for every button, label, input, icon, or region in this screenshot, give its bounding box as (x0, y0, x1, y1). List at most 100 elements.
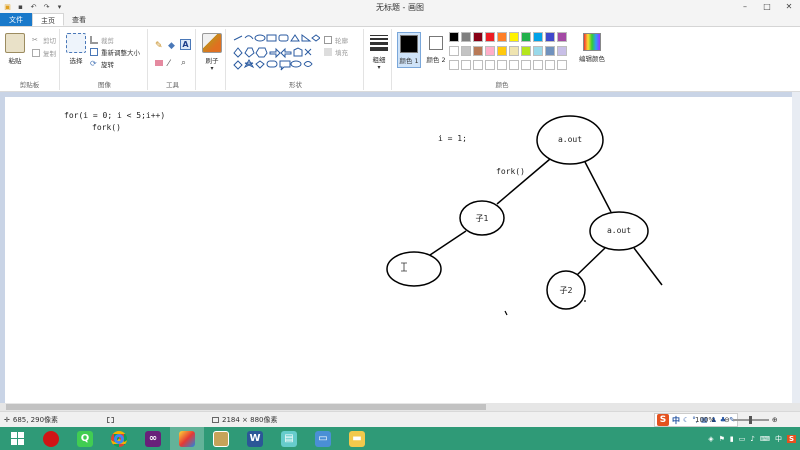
zoom-out-icon[interactable]: ⊖ (724, 416, 730, 424)
file-explorer-icon[interactable]: ▬ (340, 427, 374, 450)
moon-icon[interactable]: ☾ (683, 416, 689, 424)
magnifier-icon[interactable]: ⌕ (181, 58, 189, 68)
horizontal-scrollbar[interactable] (0, 403, 800, 411)
text-cursor-icon (401, 262, 407, 272)
color-swatch[interactable] (497, 46, 507, 56)
brushes-group: 刷子 ▾ (198, 29, 226, 90)
photo-viewer-icon[interactable] (204, 427, 238, 450)
color-swatch[interactable] (557, 60, 567, 70)
shapes-gallery[interactable] (232, 33, 320, 71)
sogou-icon[interactable]: S (657, 414, 669, 426)
minimize-icon[interactable]: – (734, 0, 756, 13)
color1-button[interactable]: 颜色 1 (397, 32, 421, 68)
color-swatch[interactable] (521, 60, 531, 70)
tray-shield-icon[interactable]: ◈ (708, 435, 713, 443)
screen-tool-icon[interactable]: ▭ (306, 427, 340, 450)
color-swatch[interactable] (473, 32, 483, 42)
edge-right-open (633, 247, 663, 286)
ime-mode[interactable]: 中 (672, 415, 680, 426)
tray-sogou-icon[interactable]: S (786, 434, 796, 443)
rotate-button[interactable]: ⟳ 旋转 (90, 59, 114, 70)
maximize-icon[interactable]: □ (756, 0, 778, 13)
color-swatch[interactable] (473, 46, 483, 56)
fill-button[interactable]: 填充 (324, 47, 348, 57)
tray-volume-icon[interactable]: ♪ (750, 435, 754, 443)
color-swatch[interactable] (509, 60, 519, 70)
color-palette (449, 32, 573, 74)
color-swatch[interactable] (533, 46, 543, 56)
color-swatch[interactable] (449, 60, 459, 70)
color-swatch[interactable] (461, 46, 471, 56)
cut-button[interactable]: ✂ 剪切 (32, 35, 56, 45)
color-swatch[interactable] (449, 46, 459, 56)
color-swatch[interactable] (497, 60, 507, 70)
record-app-icon[interactable] (34, 427, 68, 450)
screen-glyph: ▭ (315, 430, 331, 447)
tray-flag-icon[interactable]: ⚑ (719, 435, 725, 443)
word-icon[interactable]: W (238, 427, 272, 450)
color-swatch[interactable] (485, 46, 495, 56)
outline-button[interactable]: 轮廓 (324, 35, 348, 45)
color-swatch[interactable] (485, 60, 495, 70)
color-swatch[interactable] (521, 32, 531, 42)
horizontal-scroll-thumb[interactable] (6, 404, 486, 410)
vertical-scrollbar[interactable] (792, 92, 800, 403)
color-swatch[interactable] (557, 32, 567, 42)
tray-battery-icon[interactable]: ▭ (739, 435, 746, 443)
color-swatch[interactable] (533, 60, 543, 70)
close-icon[interactable]: ✕ (778, 0, 800, 13)
color-swatch[interactable] (497, 32, 507, 42)
node-root-label: a.out (557, 135, 583, 144)
tray-keyboard-icon[interactable]: ⌨ (760, 435, 770, 443)
tray-language[interactable]: 中 (775, 434, 782, 444)
paint-icon[interactable] (170, 427, 204, 450)
eraser-icon[interactable] (155, 60, 163, 66)
pencil-icon[interactable]: ✎ (155, 41, 163, 51)
tab-view[interactable]: 查看 (64, 13, 94, 26)
tray-network-icon[interactable]: ▮ (730, 435, 734, 443)
color-swatch[interactable] (557, 46, 567, 56)
color-picker-icon[interactable]: ⁄ (168, 59, 176, 69)
fill-icon[interactable]: ◆ (168, 41, 176, 51)
word-glyph: W (247, 430, 263, 447)
paste-button[interactable]: 粘贴 (3, 33, 27, 65)
crop-button[interactable]: 裁剪 (90, 35, 114, 45)
color2-button[interactable]: 颜色 2 (424, 34, 448, 64)
color-swatch[interactable] (461, 60, 471, 70)
copy-button[interactable]: 复制 (32, 48, 56, 58)
text-icon[interactable]: A (180, 39, 191, 50)
tools-group: ✎ ◆ A ⁄ ⌕ 工具 (150, 29, 196, 90)
color-swatch[interactable] (509, 46, 519, 56)
color-swatch[interactable] (533, 32, 543, 42)
start-button[interactable] (0, 427, 34, 450)
edit-colors-button[interactable]: 编辑颜色 (576, 33, 608, 63)
select-button[interactable]: 选择 (65, 33, 87, 65)
color-swatch[interactable] (509, 32, 519, 42)
drawing-canvas[interactable]: for(i = 0; i < 5;i++) fork() i = 1; fork… (5, 97, 792, 403)
tab-file[interactable]: 文件 (0, 13, 32, 26)
tab-home[interactable]: 主页 (32, 13, 64, 26)
color-swatch[interactable] (461, 32, 471, 42)
node-child1-label: 子1 (475, 214, 489, 223)
zoom-slider-thumb[interactable] (748, 415, 752, 424)
color-swatch[interactable] (521, 46, 531, 56)
color-swatch[interactable] (485, 32, 495, 42)
chrome-glyph (111, 430, 127, 447)
notes-icon[interactable]: ▤ (272, 427, 306, 450)
brushes-button[interactable]: 刷子 ▾ (201, 33, 223, 72)
select-label: 选择 (69, 57, 83, 65)
color-swatch[interactable] (545, 32, 555, 42)
color-swatch[interactable] (545, 60, 555, 70)
color-swatch[interactable] (449, 32, 459, 42)
visual-studio-icon[interactable]: ∞ (136, 427, 170, 450)
resize-label: 重新调整大小 (101, 49, 140, 57)
color-swatch[interactable] (545, 46, 555, 56)
resize-button[interactable]: 重新调整大小 (90, 47, 140, 57)
qt-creator-icon[interactable]: Q (68, 427, 102, 450)
color-swatch[interactable] (473, 60, 483, 70)
chrome-icon[interactable] (102, 427, 136, 450)
size-button[interactable]: 粗细 ▾ (368, 35, 390, 71)
zoom-in-icon[interactable]: ⊕ (772, 416, 778, 424)
zoom-slider[interactable] (732, 415, 769, 424)
clipboard-group: 粘贴 ✂ 剪切 复制 剪贴板 (0, 29, 60, 90)
